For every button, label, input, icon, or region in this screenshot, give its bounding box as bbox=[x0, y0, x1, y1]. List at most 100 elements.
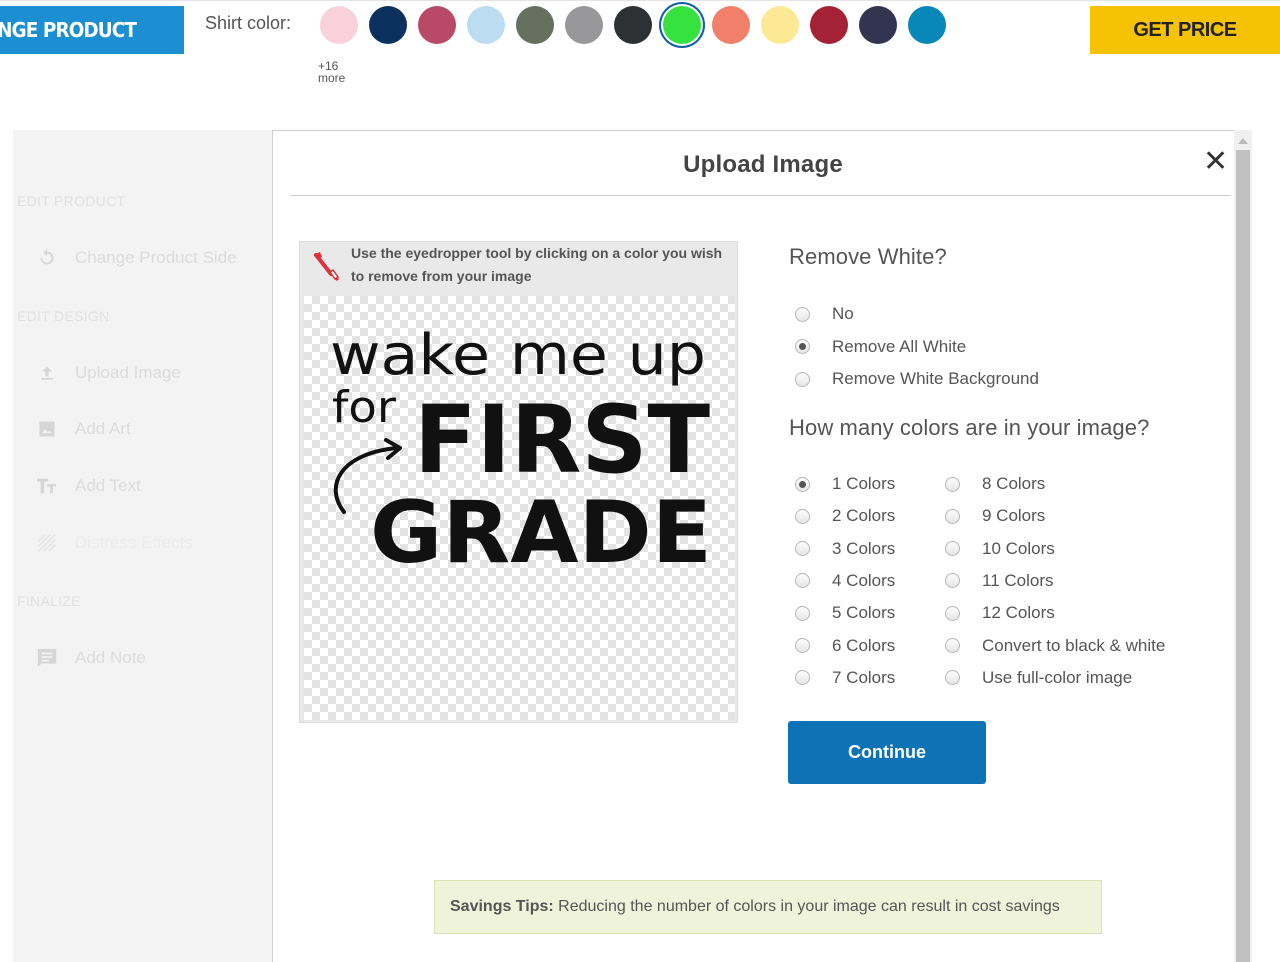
radio-option[interactable]: 3 Colors bbox=[795, 537, 895, 561]
artwork-line-3: FIRST bbox=[414, 386, 710, 495]
radio-label: 4 Colors bbox=[832, 570, 896, 590]
section-finalize: FINALIZE bbox=[17, 593, 81, 609]
radio-unchecked-icon[interactable] bbox=[795, 541, 810, 557]
top-toolbar: HANGE PRODUCT Shirt color: +16 more GET … bbox=[0, 0, 1280, 110]
scrollbar-thumb[interactable] bbox=[1236, 150, 1250, 962]
radio-checked-icon[interactable] bbox=[795, 339, 810, 354]
eyedropper-icon[interactable] bbox=[311, 250, 341, 282]
radio-checked-icon[interactable] bbox=[795, 476, 810, 492]
remove-white-heading: Remove White? bbox=[789, 244, 947, 269]
radio-option[interactable]: 12 Colors bbox=[945, 601, 1055, 625]
eyedropper-hint-text: Use the eyedropper tool by clicking on a… bbox=[351, 245, 723, 284]
radio-option[interactable]: 2 Colors bbox=[795, 504, 895, 528]
swatch-cardinal-red[interactable] bbox=[810, 6, 848, 44]
radio-unchecked-icon[interactable] bbox=[945, 508, 960, 524]
eyedropper-hint-bar: Use the eyedropper tool by clicking on a… bbox=[300, 242, 737, 296]
radio-label: Convert to black & white bbox=[982, 635, 1166, 655]
radio-label: 7 Colors bbox=[832, 667, 896, 687]
section-edit-design: EDIT DESIGN bbox=[17, 308, 110, 324]
sidebar-item-upload-image[interactable]: Upload Image bbox=[35, 358, 181, 388]
radio-option[interactable]: Remove All White bbox=[795, 335, 966, 359]
radio-option[interactable]: Use full-color image bbox=[945, 666, 1132, 690]
sidebar-item-add-text[interactable]: Add Text bbox=[35, 471, 141, 501]
radio-label: 8 Colors bbox=[982, 474, 1046, 493]
modal-title: Upload Image bbox=[683, 151, 843, 178]
swatch-midnight-navy[interactable] bbox=[859, 6, 897, 44]
radio-label: 1 Colors bbox=[832, 474, 896, 493]
sidebar-item-label: Change Product Side bbox=[75, 248, 237, 267]
radio-label: No bbox=[832, 304, 854, 323]
radio-option[interactable]: 9 Colors bbox=[945, 504, 1045, 528]
continue-button[interactable]: Continue bbox=[788, 721, 986, 784]
radio-option[interactable]: 5 Colors bbox=[795, 601, 895, 625]
radio-unchecked-icon[interactable] bbox=[945, 605, 960, 621]
radio-label: 10 Colors bbox=[982, 538, 1055, 558]
swatch-salmon[interactable] bbox=[712, 6, 750, 44]
radio-unchecked-icon[interactable] bbox=[945, 638, 960, 653]
radio-option[interactable]: 4 Colors bbox=[795, 569, 895, 593]
get-price-button[interactable]: GET PRICE bbox=[1090, 6, 1280, 54]
radio-option[interactable]: 6 Colors bbox=[795, 634, 895, 658]
swatch-light-yellow[interactable] bbox=[761, 6, 799, 44]
radio-option[interactable]: Convert to black & white bbox=[945, 634, 1165, 658]
text-icon bbox=[35, 474, 59, 498]
radio-label: 3 Colors bbox=[832, 538, 896, 558]
distress-icon bbox=[35, 531, 59, 555]
radio-option[interactable]: Remove White Background bbox=[795, 367, 1039, 391]
artwork-line-2: for bbox=[332, 382, 397, 433]
uploaded-artwork[interactable]: wake me up for FIRST GRADE bbox=[304, 296, 735, 720]
image-canvas[interactable]: wake me up for FIRST GRADE bbox=[304, 296, 735, 720]
swatch-light-blue[interactable] bbox=[467, 6, 505, 44]
radio-option[interactable]: 7 Colors bbox=[795, 666, 895, 690]
product-designer-page: HANGE PRODUCT Shirt color: +16 more GET … bbox=[0, 0, 1280, 962]
radio-unchecked-icon[interactable] bbox=[795, 508, 810, 524]
sidebar-item-change-product-side[interactable]: Change Product Side bbox=[35, 243, 237, 273]
radio-unchecked-icon[interactable] bbox=[945, 541, 960, 557]
swatch-light-pink[interactable] bbox=[320, 6, 358, 44]
more-colors-link[interactable]: +16 more bbox=[318, 60, 345, 84]
upload-icon bbox=[35, 361, 59, 385]
radio-option[interactable]: No bbox=[795, 302, 854, 326]
change-product-label: HANGE PRODUCT bbox=[0, 18, 137, 42]
radio-option[interactable]: 11 Colors bbox=[945, 569, 1054, 593]
radio-unchecked-icon[interactable] bbox=[795, 573, 810, 589]
more-colors-label: more bbox=[318, 71, 346, 85]
swatch-navy[interactable] bbox=[369, 6, 407, 44]
design-sidebar: EDIT PRODUCT Change Product Side EDIT DE… bbox=[13, 130, 273, 962]
change-product-button[interactable]: HANGE PRODUCT bbox=[0, 6, 184, 54]
savings-tips-text: Reducing the number of colors in your im… bbox=[553, 898, 1060, 915]
swatch-gray[interactable] bbox=[565, 6, 603, 44]
radio-option[interactable]: 10 Colors bbox=[945, 537, 1055, 561]
radio-unchecked-icon[interactable] bbox=[795, 670, 810, 686]
radio-unchecked-icon[interactable] bbox=[795, 638, 810, 653]
radio-unchecked-icon[interactable] bbox=[945, 670, 960, 686]
radio-unchecked-icon[interactable] bbox=[945, 476, 960, 492]
swatch-heather-berry[interactable] bbox=[418, 6, 456, 44]
swatch-teal-blue[interactable] bbox=[908, 6, 946, 44]
section-edit-product: EDIT PRODUCT bbox=[17, 193, 126, 209]
title-divider bbox=[291, 195, 1231, 196]
sidebar-item-add-art[interactable]: Add Art bbox=[35, 414, 131, 444]
note-icon bbox=[35, 646, 59, 670]
sidebar-item-label: Add Text bbox=[75, 476, 141, 495]
radio-option[interactable]: 8 Colors bbox=[945, 472, 1045, 496]
swatch-charcoal[interactable] bbox=[614, 6, 652, 44]
swatch-lime-green[interactable] bbox=[663, 6, 701, 44]
sidebar-item-distress-effects[interactable]: Distress Effects bbox=[35, 528, 193, 558]
artwork-line-1: wake me up bbox=[330, 323, 706, 388]
radio-label: 12 Colors bbox=[982, 603, 1055, 623]
sidebar-item-label: Upload Image bbox=[75, 363, 181, 382]
radio-unchecked-icon[interactable] bbox=[795, 371, 810, 387]
image-icon bbox=[35, 417, 59, 441]
radio-label: Remove All White bbox=[832, 336, 967, 356]
radio-label: Remove White Background bbox=[832, 369, 1039, 388]
close-icon[interactable]: ✕ bbox=[1203, 147, 1228, 177]
radio-unchecked-icon[interactable] bbox=[945, 573, 960, 589]
swatch-military-green[interactable] bbox=[516, 6, 554, 44]
shirt-color-label: Shirt color: bbox=[205, 13, 292, 33]
radio-unchecked-icon[interactable] bbox=[795, 306, 810, 322]
scroll-up-arrow-icon[interactable] bbox=[1238, 138, 1248, 144]
radio-option[interactable]: 1 Colors bbox=[795, 472, 895, 496]
radio-unchecked-icon[interactable] bbox=[795, 605, 810, 621]
sidebar-item-add-note[interactable]: Add Note bbox=[35, 643, 146, 673]
